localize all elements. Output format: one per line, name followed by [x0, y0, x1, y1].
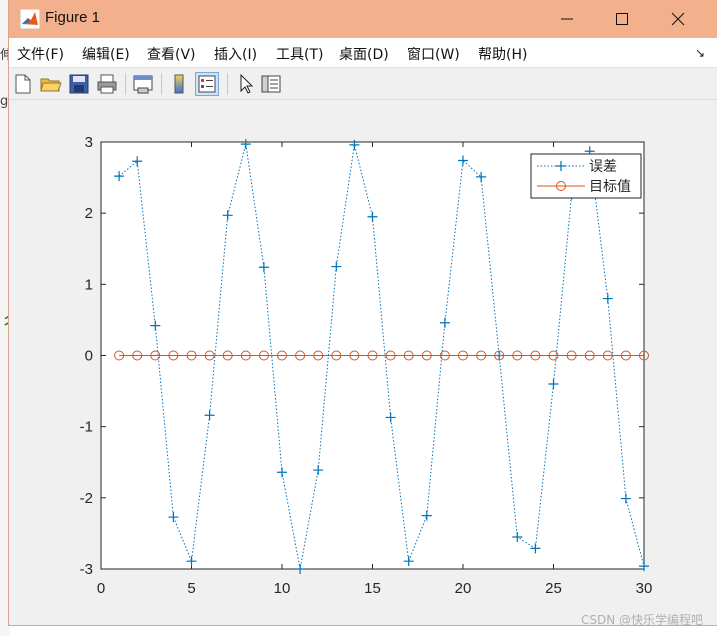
y-tick-label: -2 [80, 490, 93, 507]
matlab-logo-icon [20, 9, 40, 29]
x-tick-label: 5 [187, 580, 195, 597]
menu-file[interactable]: 文件(F) [17, 44, 64, 64]
maximize-button[interactable] [609, 6, 635, 32]
menu-view[interactable]: 查看(V) [147, 44, 196, 64]
open-file-icon[interactable] [39, 72, 63, 96]
toolbar [9, 68, 717, 100]
property-inspector-icon[interactable] [259, 72, 283, 96]
toolbar-separator [125, 73, 126, 95]
menu-help[interactable]: 帮助(H) [478, 44, 527, 64]
menu-tools[interactable]: 工具(T) [276, 44, 323, 64]
legend-label: 目标值 [589, 179, 631, 195]
y-tick-label: -1 [80, 419, 93, 436]
title-bar[interactable]: Figure 1 [9, 0, 717, 38]
menu-insert[interactable]: 插入(I) [214, 44, 257, 64]
y-tick-label: -3 [80, 561, 93, 578]
x-tick-label: 15 [364, 580, 381, 597]
save-icon[interactable] [67, 72, 91, 96]
x-tick-label: 10 [274, 580, 291, 597]
x-tick-label: 30 [636, 580, 653, 597]
menu-bar: 文件(F) 编辑(E) 查看(V) 插入(I) 工具(T) 桌面(D) 窗口(W… [9, 38, 717, 68]
x-tick-label: 20 [455, 580, 472, 597]
dock-arrow-icon[interactable]: ↘ [695, 46, 705, 60]
legend-label: 误差 [589, 159, 617, 175]
new-figure-icon[interactable] [11, 72, 35, 96]
menu-desktop[interactable]: 桌面(D) [339, 44, 389, 64]
y-tick-label: 2 [85, 205, 93, 222]
menu-window[interactable]: 窗口(W) [407, 44, 460, 64]
colorbar-icon[interactable] [167, 72, 191, 96]
toolbar-separator [161, 73, 162, 95]
x-tick-label: 25 [545, 580, 562, 597]
link-plot-icon[interactable] [131, 72, 155, 96]
chart: 0 5 10 15 20 25 303210-1-2-3误差目标值 [80, 134, 653, 597]
menu-edit[interactable]: 编辑(E) [82, 44, 130, 64]
window-title: Figure 1 [45, 9, 101, 26]
x-tick-label: 0 [97, 580, 105, 597]
y-tick-label: 1 [85, 276, 93, 293]
pointer-icon[interactable] [233, 72, 257, 96]
print-icon[interactable] [95, 72, 119, 96]
y-tick-label: 3 [85, 134, 93, 151]
figure-window: Figure 1 文件(F) 编辑(E) 查看(V) 插入(I) 工具(T) 桌… [8, 0, 717, 626]
toolbar-separator [227, 73, 228, 95]
y-tick-label: 0 [85, 348, 93, 365]
watermark: CSDN @快乐学编程吧 [580, 613, 703, 627]
figure-canvas[interactable]: 0 5 10 15 20 25 30 3 2 1 0 -1 -2 -3 误差 目标值 [9, 100, 717, 624]
legend-icon[interactable] [195, 72, 219, 96]
minimize-button[interactable] [554, 6, 580, 32]
close-button[interactable] [665, 6, 691, 32]
